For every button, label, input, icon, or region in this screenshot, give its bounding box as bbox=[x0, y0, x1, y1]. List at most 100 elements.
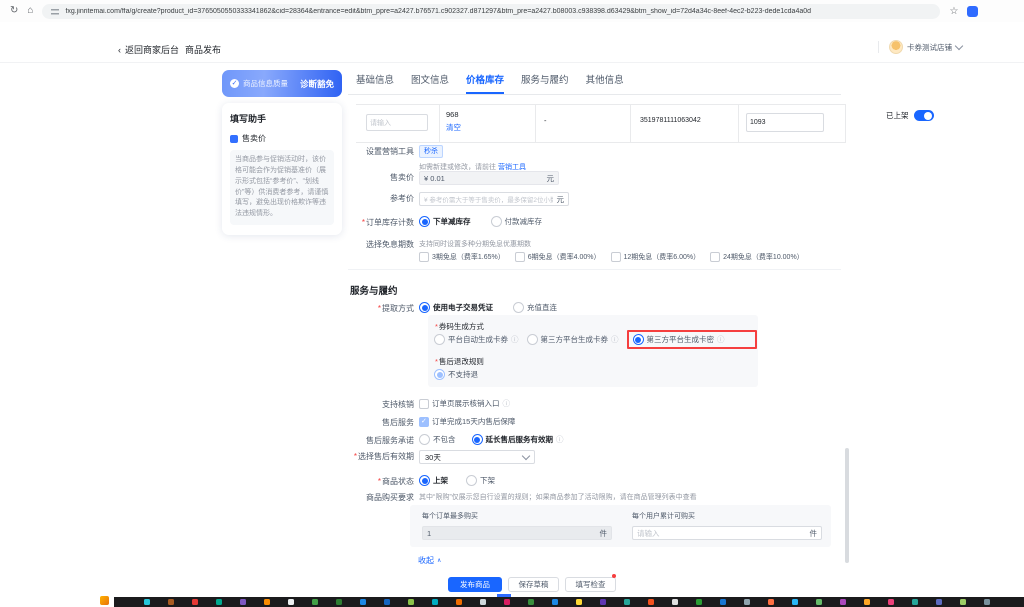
sale-price-input[interactable]: ¥ 0.01 元 bbox=[419, 171, 559, 185]
save-draft-button[interactable]: 保存草稿 bbox=[508, 577, 559, 592]
taskbar-app-icon[interactable] bbox=[888, 599, 894, 605]
fetch-opt-direct-recharge[interactable]: 充值直连 bbox=[513, 302, 557, 313]
tab-basic-info[interactable]: 基础信息 bbox=[356, 68, 394, 94]
taskbar-app-icon[interactable] bbox=[720, 599, 726, 605]
sidebar-quality-header[interactable]: ✓ 商品信息质量 诊断豁免 bbox=[222, 70, 342, 97]
bookmark-star-icon[interactable]: ☆ bbox=[949, 6, 958, 17]
promise-opt-none[interactable]: 不包含 bbox=[419, 434, 456, 445]
shop-menu[interactable]: 卡券测试店铺 bbox=[889, 40, 962, 54]
collapse-link[interactable]: 收起 ∧ bbox=[418, 555, 441, 566]
taskbar-app-icon[interactable] bbox=[240, 599, 246, 605]
radio-selected-icon[interactable] bbox=[633, 334, 644, 345]
app-icon-orange[interactable] bbox=[100, 596, 109, 605]
per-order-input[interactable]: 1 件 bbox=[422, 526, 612, 540]
taskbar-app-icon[interactable] bbox=[432, 599, 438, 605]
sku-price-input[interactable]: 请输入 bbox=[366, 114, 428, 131]
flash-sale-tag[interactable]: 秒杀 bbox=[419, 145, 443, 158]
status-opt-off-shelf[interactable]: 下架 bbox=[466, 475, 495, 486]
taskbar-app-icon[interactable] bbox=[360, 599, 366, 605]
site-info-icon[interactable] bbox=[51, 8, 59, 15]
info-icon[interactable]: ⓘ bbox=[717, 336, 725, 344]
verify-option[interactable]: 订单页展示核销入口 ⓘ bbox=[419, 398, 510, 409]
marketing-tool-link[interactable]: 营销工具 bbox=[498, 164, 526, 171]
browser-profile-icon[interactable] bbox=[967, 6, 978, 17]
checkbox-icon[interactable] bbox=[419, 252, 429, 262]
taskbar-app-icon[interactable] bbox=[264, 599, 270, 605]
exempt-tab-label[interactable]: 诊断豁免 bbox=[300, 78, 334, 90]
info-icon[interactable]: ⓘ bbox=[556, 436, 564, 444]
reference-price-input[interactable]: ¥ 参考价需大于等于售卖价，最多保留2位小数 元 bbox=[419, 192, 569, 206]
taskbar-app-icon[interactable] bbox=[984, 599, 990, 605]
home-icon[interactable]: ⌂ bbox=[27, 6, 33, 16]
installment-12[interactable]: 12期免息（费率6.00%） bbox=[611, 252, 701, 262]
validity-select[interactable]: 30天 bbox=[419, 450, 535, 464]
codegen-opt-platform-card[interactable]: 平台自动生成卡券 ⓘ bbox=[434, 334, 519, 345]
tab-price-stock[interactable]: 价格库存 bbox=[466, 68, 504, 94]
radio-disabled-selected-icon[interactable] bbox=[434, 369, 445, 380]
radio-icon[interactable] bbox=[527, 334, 538, 345]
tab-service[interactable]: 服务与履约 bbox=[521, 68, 569, 94]
per-user-input[interactable]: 请输入 件 bbox=[632, 526, 822, 540]
taskbar-app-icon[interactable] bbox=[792, 599, 798, 605]
tab-other-info[interactable]: 其他信息 bbox=[586, 68, 624, 94]
taskbar-app-icon[interactable] bbox=[168, 599, 174, 605]
installment-3[interactable]: 3期免息（费率1.65%） bbox=[419, 252, 505, 262]
radio-icon[interactable] bbox=[491, 216, 502, 227]
fetch-opt-evoucher[interactable]: 使用电子交易凭证 bbox=[419, 302, 493, 313]
checkbox-icon[interactable] bbox=[515, 252, 525, 262]
taskbar-app-icon[interactable] bbox=[480, 599, 486, 605]
taskbar-app-icon[interactable] bbox=[936, 599, 942, 605]
taskbar-app-icon[interactable] bbox=[528, 599, 534, 605]
installment-24[interactable]: 24期免息（费率10.00%） bbox=[710, 252, 804, 262]
scrollbar-thumb[interactable] bbox=[845, 448, 849, 563]
taskbar-app-icon[interactable] bbox=[960, 599, 966, 605]
taskbar-app-icon[interactable] bbox=[672, 599, 678, 605]
taskbar-app-icon[interactable] bbox=[840, 599, 846, 605]
taskbar-app-icon[interactable] bbox=[336, 599, 342, 605]
taskbar-app-icon[interactable] bbox=[624, 599, 630, 605]
quality-tab-label[interactable]: 商品信息质量 bbox=[243, 78, 288, 89]
installment-6[interactable]: 6期免息（费率4.00%） bbox=[515, 252, 601, 262]
radio-selected-icon[interactable] bbox=[419, 216, 430, 227]
radio-icon[interactable] bbox=[466, 475, 477, 486]
address-bar[interactable]: fxg.jinritemai.com/ffa/g/create?product_… bbox=[42, 4, 940, 19]
taskbar-app-icon[interactable] bbox=[744, 599, 750, 605]
taskbar-app-icon[interactable] bbox=[600, 599, 606, 605]
tab-image-text[interactable]: 图文信息 bbox=[411, 68, 449, 94]
taskbar-app-icon[interactable] bbox=[768, 599, 774, 605]
taskbar-app-icon[interactable] bbox=[192, 599, 198, 605]
publish-button[interactable]: 发布商品 bbox=[448, 577, 502, 592]
stock-opt-deduct-on-order[interactable]: 下单减库存 bbox=[419, 216, 471, 227]
info-icon[interactable]: ⓘ bbox=[611, 336, 619, 344]
taskbar-app-icon[interactable] bbox=[648, 599, 654, 605]
taskbar-app-icon[interactable] bbox=[696, 599, 702, 605]
checkbox-icon[interactable] bbox=[710, 252, 720, 262]
checkbox-icon[interactable] bbox=[611, 252, 621, 262]
stock-opt-deduct-on-pay[interactable]: 付款减库存 bbox=[491, 216, 543, 227]
radio-icon[interactable] bbox=[434, 334, 445, 345]
taskbar-app-icon[interactable] bbox=[216, 599, 222, 605]
codegen-opt-thirdparty-secret[interactable]: 第三方平台生成卡密 ⓘ bbox=[633, 334, 725, 345]
sku-clear-link[interactable]: 清空 bbox=[446, 122, 461, 133]
refund-opt-no-refund[interactable]: 不支持退 bbox=[434, 369, 478, 380]
sku-qty-input[interactable]: 1093 bbox=[746, 113, 824, 132]
sku-status-toggle[interactable] bbox=[914, 110, 934, 121]
check-fill-button[interactable]: 填写检查 bbox=[565, 577, 616, 592]
radio-icon[interactable] bbox=[419, 434, 430, 445]
reload-icon[interactable]: ↻ bbox=[10, 6, 18, 16]
taskbar-app-icon[interactable] bbox=[288, 599, 294, 605]
taskbar-app-icon[interactable] bbox=[864, 599, 870, 605]
radio-selected-icon[interactable] bbox=[472, 434, 483, 445]
back-to-merchant-link[interactable]: ‹ 返回商家后台 bbox=[118, 43, 179, 56]
radio-selected-icon[interactable] bbox=[419, 302, 430, 313]
taskbar-app-icon[interactable] bbox=[816, 599, 822, 605]
taskbar-app-icon[interactable] bbox=[408, 599, 414, 605]
status-opt-on-shelf[interactable]: 上架 bbox=[419, 475, 448, 486]
taskbar-app-icon[interactable] bbox=[312, 599, 318, 605]
taskbar-app-icon[interactable] bbox=[552, 599, 558, 605]
aftersale-option[interactable]: 订单完成15天内售后保障 bbox=[419, 416, 515, 427]
info-icon[interactable]: ⓘ bbox=[503, 400, 511, 408]
codegen-opt-thirdparty-card[interactable]: 第三方平台生成卡券 ⓘ bbox=[527, 334, 619, 345]
checkbox-checked-icon[interactable] bbox=[419, 417, 429, 427]
taskbar-app-icon[interactable] bbox=[144, 599, 150, 605]
